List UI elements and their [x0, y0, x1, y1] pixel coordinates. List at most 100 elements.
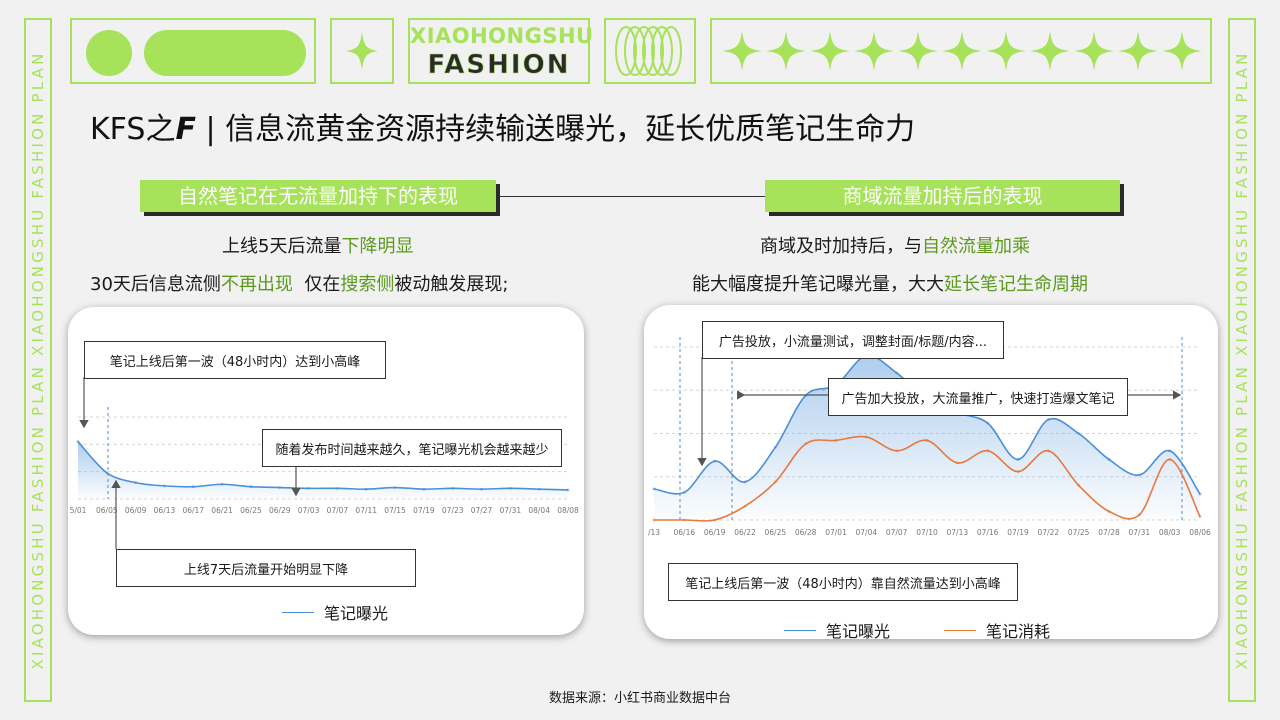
- legend-swatch-exposure: [282, 611, 314, 613]
- note-left-decline: 随着发布时间越来越久，笔记曝光机会越来越少: [262, 429, 562, 467]
- data-point: [682, 490, 686, 494]
- x-tick-label: 06/29: [269, 506, 291, 515]
- data-point: [804, 442, 808, 446]
- data-point: [451, 486, 455, 490]
- left-line1-b: 下降明显: [341, 236, 414, 257]
- connector-line: [496, 196, 766, 197]
- data-point: [1077, 432, 1081, 435]
- title-rest: | 信息流黄金资源持续输送曝光，延长优质笔记生命力: [205, 112, 916, 147]
- data-point: [986, 421, 990, 425]
- right-line2-a: 能大幅度提升笔记曝光量，大大: [692, 274, 944, 295]
- x-tick-label: 07/31: [1129, 528, 1151, 537]
- legend-label-spend: 笔记消耗: [986, 622, 1051, 641]
- data-point: [1168, 458, 1172, 461]
- data-point: [1168, 449, 1172, 453]
- star-icon: [898, 31, 938, 71]
- x-tick-label: 5/01: [70, 506, 87, 515]
- sparkle-icon: [346, 32, 378, 70]
- data-point: [773, 480, 777, 484]
- left-line2-a: 30天后信息流侧: [90, 274, 221, 295]
- x-tick-label: 07/13: [947, 528, 969, 537]
- legend-swatch-spend: [944, 629, 977, 631]
- left-line1-a: 上线5天后流量: [222, 236, 342, 257]
- x-tick-label: 08/03: [1159, 528, 1181, 537]
- x-tick-label: 06/25: [765, 528, 787, 537]
- note-right-ad-test: 广告投放，小流量测试，调整封面/标题/内容...: [702, 321, 1004, 359]
- x-tick-label: 08/08: [557, 506, 579, 515]
- right-line1: 商域及时加持后，与自然流量加乘: [760, 232, 1030, 258]
- star-icon: [942, 31, 982, 71]
- x-tick-label: /13: [648, 528, 660, 537]
- left-side-text: XIAOHONGSHU FASHION PLAN XIAOHONGSHU FAS…: [29, 50, 47, 670]
- data-point: [1107, 509, 1111, 513]
- data-point: [422, 487, 426, 491]
- data-point: [713, 459, 717, 463]
- logo-line1: XIAOHONGSHU: [410, 24, 594, 48]
- right-side-text: XIAOHONGSHU FASHION PLAN XIAOHONGSHU FAS…: [1233, 50, 1251, 670]
- data-point: [1046, 418, 1050, 422]
- data-point: [834, 439, 838, 442]
- data-point: [1137, 473, 1141, 477]
- right-side-strip: XIAOHONGSHU FASHION PLAN XIAOHONGSHU FAS…: [1228, 18, 1256, 702]
- x-tick-label: 06/22: [734, 528, 756, 537]
- data-point: [393, 486, 397, 489]
- data-point: [1137, 513, 1141, 517]
- star-icon: [1162, 31, 1202, 71]
- data-point: [743, 480, 747, 484]
- right-line2: 能大幅度提升笔记曝光量，大大延长笔记生命周期: [692, 270, 1088, 296]
- x-tick-label: 06/19: [704, 528, 726, 537]
- logo-line2: FASHION: [427, 50, 571, 81]
- header-star-box: [330, 18, 394, 84]
- data-point: [895, 449, 899, 453]
- left-legend: 笔记曝光: [282, 600, 388, 624]
- x-tick-label: 06/05: [96, 506, 118, 515]
- left-line2-c: 仅在: [292, 274, 341, 295]
- stars-row: [722, 31, 1202, 71]
- data-point: [1107, 458, 1111, 461]
- legend-swatch-exposure-right: [784, 629, 816, 631]
- circle-shape: [86, 30, 132, 76]
- left-line2-d: 搜索侧: [340, 274, 395, 295]
- title-letter: F: [175, 112, 196, 147]
- note-right-natural-peak: 笔记上线后第一波（48小时内）靠自然流量达到小高峰: [668, 563, 1018, 601]
- data-point: [278, 486, 282, 489]
- star-icon: [986, 31, 1026, 71]
- x-tick-label: 07/01: [825, 528, 847, 537]
- data-point: [307, 486, 310, 490]
- data-point: [925, 439, 929, 442]
- x-tick-label: 07/27: [471, 506, 493, 515]
- x-tick-label: 06/25: [240, 506, 262, 515]
- x-tick-label: 07/10: [916, 528, 938, 537]
- data-point: [652, 487, 656, 491]
- x-tick-label: 07/16: [977, 528, 999, 537]
- x-tick-label: 06/09: [125, 506, 147, 515]
- header-coil-box: [604, 18, 696, 84]
- x-tick-label: 06/17: [182, 506, 204, 515]
- data-point: [1046, 449, 1050, 453]
- data-source: 数据来源：小红书商业数据中台: [548, 691, 731, 706]
- data-point: [105, 471, 109, 475]
- left-line2-e: 被动触发展现;: [394, 274, 509, 295]
- logo-box: XIAOHONGSHU FASHION: [408, 18, 594, 84]
- data-point: [336, 486, 339, 490]
- x-tick-label: 08/06: [1189, 528, 1211, 537]
- legend-label-exposure-right: 笔记曝光: [826, 622, 891, 641]
- data-point: [220, 482, 224, 486]
- data-point: [1016, 470, 1020, 473]
- x-tick-label: 07/04: [856, 528, 878, 537]
- x-tick-label: 06/28: [795, 528, 817, 537]
- x-tick-label: 06/13: [154, 506, 176, 515]
- star-icon: [854, 31, 894, 71]
- data-point: [895, 371, 899, 375]
- x-tick-label: 07/19: [1007, 528, 1029, 537]
- left-side-strip: XIAOHONGSHU FASHION PLAN XIAOHONGSHU FAS…: [24, 18, 52, 702]
- note-left-day7: 上线7天后流量开始明显下降: [116, 549, 416, 587]
- x-tick-label: 07/07: [327, 506, 349, 515]
- star-icon: [1118, 31, 1158, 71]
- title-prefix: KFS之: [90, 112, 176, 147]
- right-legend: 笔记曝光 笔记消耗: [784, 618, 1050, 642]
- data-point: [1077, 484, 1081, 487]
- legend-label-exposure: 笔记曝光: [324, 604, 389, 623]
- star-icon: [766, 31, 806, 71]
- data-point: [652, 518, 656, 522]
